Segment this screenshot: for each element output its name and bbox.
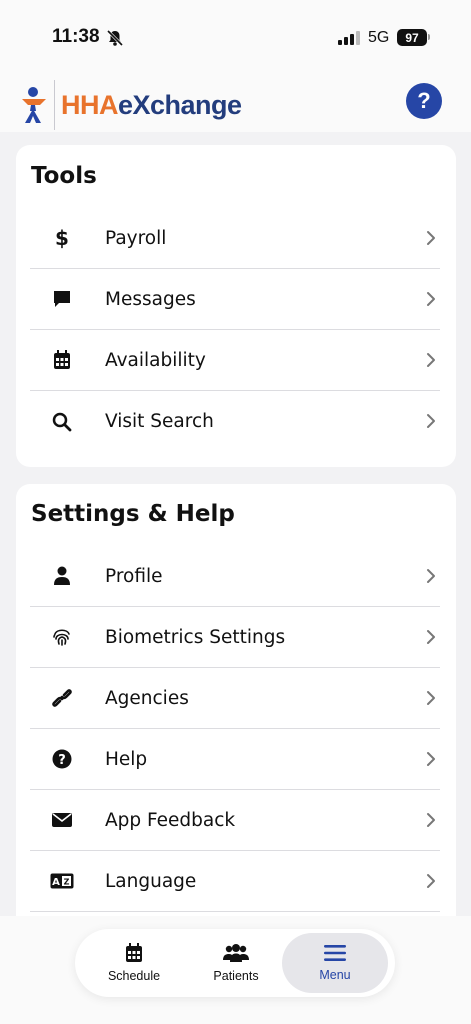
network-label: 5G bbox=[368, 29, 390, 46]
search-icon bbox=[46, 412, 78, 432]
menu-item-help[interactable]: ? Help bbox=[30, 729, 440, 790]
logo-hha-text: HHA bbox=[61, 89, 119, 120]
menu-item-visit-search[interactable]: Visit Search bbox=[30, 391, 440, 452]
chevron-right-icon bbox=[427, 569, 435, 583]
fingerprint-icon bbox=[46, 627, 78, 647]
logo-wordmark: HHAeXchange bbox=[61, 90, 242, 121]
menu-item-agencies[interactable]: Agencies bbox=[30, 668, 440, 729]
chevron-right-icon bbox=[427, 292, 435, 306]
menu-item-app-feedback[interactable]: App Feedback bbox=[30, 790, 440, 851]
tab-label: Patients bbox=[213, 969, 259, 983]
menu-item-language[interactable]: AZ Language bbox=[30, 851, 440, 912]
tab-label: Schedule bbox=[107, 969, 161, 983]
bottom-tab-bar: Schedule Patients Menu bbox=[75, 929, 395, 997]
chevron-right-icon bbox=[427, 414, 435, 428]
hamburger-icon bbox=[324, 945, 346, 961]
chevron-right-icon bbox=[427, 874, 435, 888]
tab-menu[interactable]: Menu bbox=[282, 933, 388, 993]
chevron-right-icon bbox=[427, 630, 435, 644]
chevron-right-icon bbox=[427, 813, 435, 827]
menu-item-label: Help bbox=[105, 748, 148, 770]
menu-item-label: Agencies bbox=[105, 687, 189, 709]
menu-item-label: Biometrics Settings bbox=[105, 626, 286, 648]
envelope-icon bbox=[46, 812, 78, 828]
menu-item-biometrics-settings[interactable]: Biometrics Settings bbox=[30, 607, 440, 668]
chevron-right-icon bbox=[427, 353, 435, 367]
settings-help-title: Settings & Help bbox=[31, 501, 235, 527]
status-bar: 11:38 5G 97 bbox=[0, 0, 471, 70]
battery-tip bbox=[428, 34, 430, 40]
tab-patients[interactable]: Patients bbox=[183, 933, 289, 993]
link-icon bbox=[46, 688, 78, 708]
logo-figure-icon bbox=[22, 87, 46, 123]
menu-item-label: Messages bbox=[105, 288, 196, 310]
calendar-icon bbox=[126, 943, 142, 962]
calendar-icon bbox=[46, 350, 78, 370]
tools-card: Tools $ Payroll Messages Availability Vi… bbox=[16, 145, 456, 467]
menu-item-label: Availability bbox=[105, 349, 206, 371]
question-circle-icon: ? bbox=[46, 749, 78, 769]
battery-indicator: 97 bbox=[397, 29, 427, 46]
menu-item-label: Payroll bbox=[105, 227, 167, 249]
menu-item-payroll[interactable]: $ Payroll bbox=[30, 208, 440, 269]
person-icon bbox=[46, 566, 78, 586]
svg-text:Z: Z bbox=[64, 878, 70, 887]
settings-help-card: Settings & Help Profile Biometrics Setti… bbox=[16, 484, 456, 944]
signal-icon bbox=[338, 31, 360, 45]
hhaexchange-logo: HHAeXchange bbox=[20, 80, 242, 130]
svg-text:$: $ bbox=[55, 227, 69, 249]
menu-item-label: Profile bbox=[105, 565, 163, 587]
help-button[interactable]: ? bbox=[406, 83, 442, 119]
app-header: HHAeXchange ? bbox=[0, 70, 471, 132]
bell-off-icon bbox=[106, 29, 124, 47]
menu-item-label: App Feedback bbox=[105, 809, 236, 831]
chevron-right-icon bbox=[427, 231, 435, 245]
svg-text:A: A bbox=[52, 877, 60, 888]
logo-divider bbox=[54, 80, 55, 130]
menu-item-messages[interactable]: Messages bbox=[30, 269, 440, 330]
menu-item-profile[interactable]: Profile bbox=[30, 546, 440, 607]
tools-title: Tools bbox=[31, 163, 97, 189]
message-icon bbox=[46, 289, 78, 309]
menu-item-label: Language bbox=[105, 870, 197, 892]
menu-item-label: Visit Search bbox=[105, 411, 214, 432]
people-icon bbox=[223, 944, 249, 962]
menu-item-availability[interactable]: Availability bbox=[30, 330, 440, 391]
chevron-right-icon bbox=[427, 752, 435, 766]
chevron-right-icon bbox=[427, 691, 435, 705]
status-time: 11:38 bbox=[52, 26, 100, 47]
tab-schedule[interactable]: Schedule bbox=[81, 933, 187, 993]
tab-label: Menu bbox=[319, 968, 351, 982]
language-icon: AZ bbox=[46, 873, 78, 889]
svg-text:?: ? bbox=[58, 753, 66, 768]
dollar-icon: $ bbox=[46, 227, 78, 249]
logo-exchange-text: eXchange bbox=[118, 89, 242, 120]
